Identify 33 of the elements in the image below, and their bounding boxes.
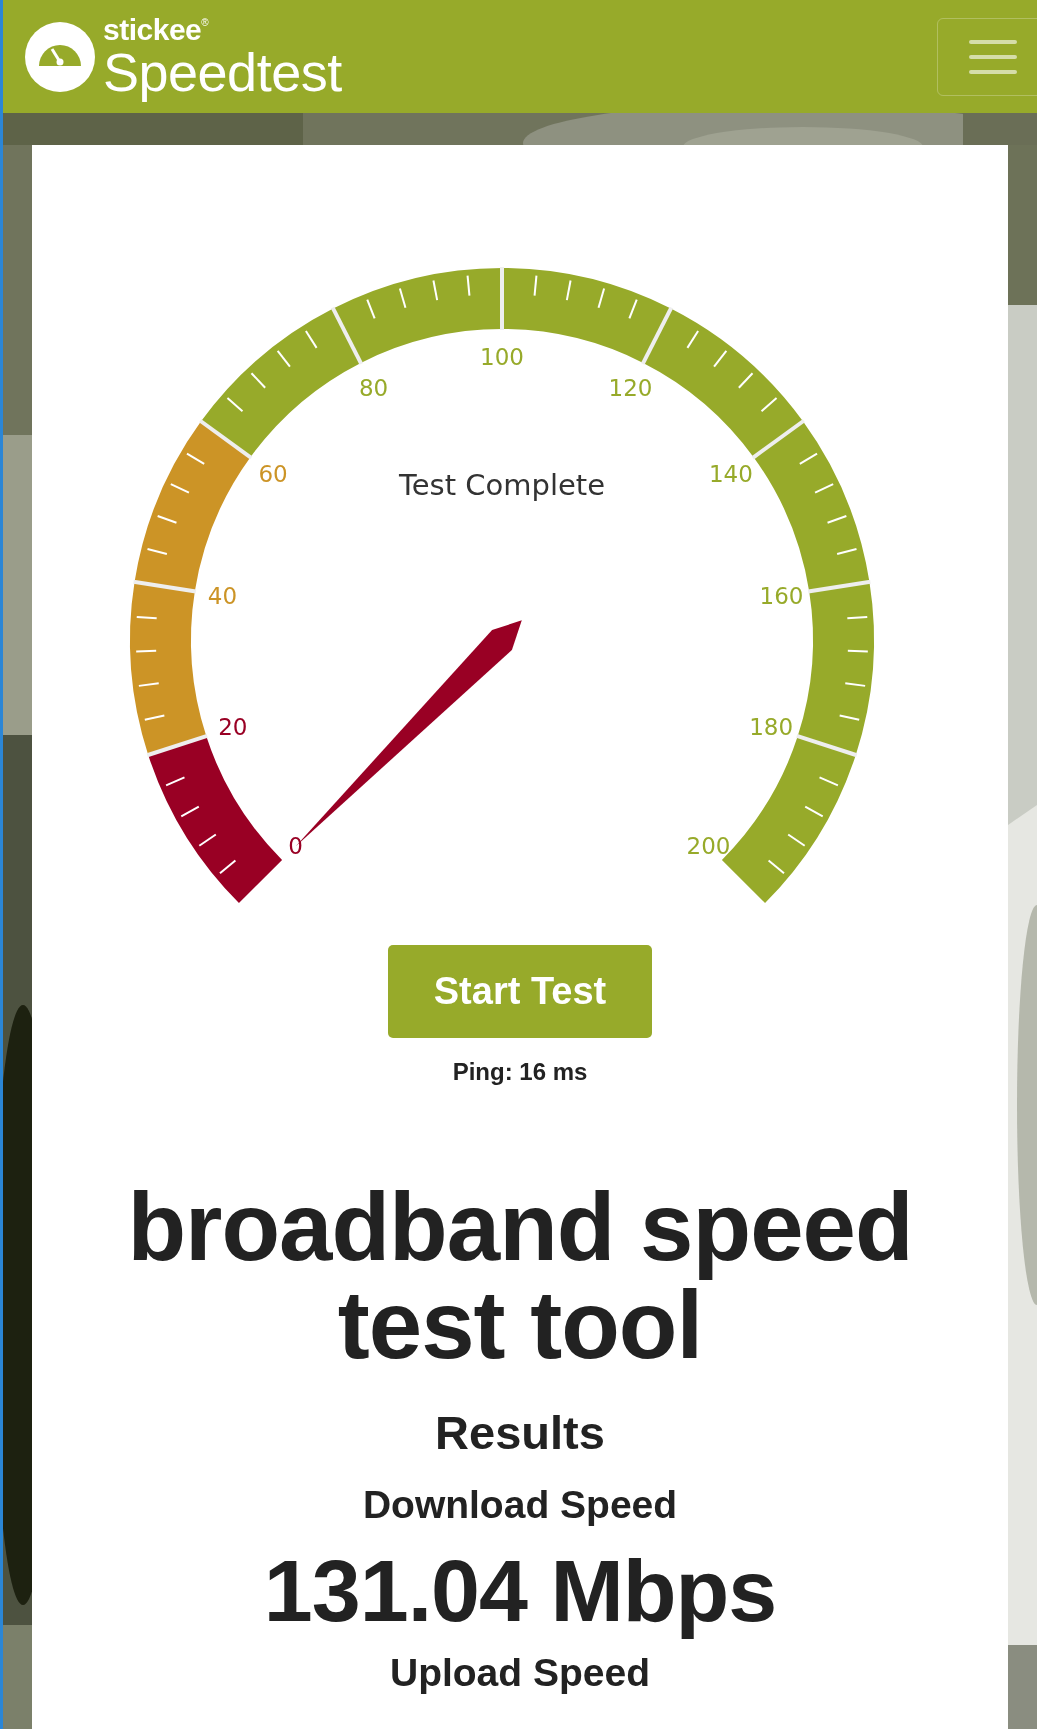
results-heading: Results: [435, 1404, 605, 1461]
scale-label: 60: [258, 460, 288, 487]
download-label: Download Speed: [362, 1482, 678, 1529]
scale-label: 100: [480, 344, 524, 370]
menu-button[interactable]: [937, 17, 1037, 96]
scale-divider: [146, 733, 208, 758]
scale-divider: [199, 419, 253, 460]
scale-label: 160: [759, 582, 804, 609]
status-text: Test Complete: [398, 468, 606, 502]
scale-divider: [751, 419, 805, 460]
scale-label: 80: [358, 374, 389, 401]
scale-divider: [330, 306, 364, 365]
speedometer-logo-icon: [25, 21, 95, 92]
scale-label: 120: [608, 374, 653, 401]
scale-divider: [640, 306, 674, 365]
registered-mark: ®: [201, 15, 209, 28]
scale-label: 180: [749, 714, 794, 741]
scale-label: 40: [207, 582, 238, 609]
scale-label: 140: [709, 460, 753, 487]
ping-text: Ping: 16 ms: [452, 1057, 588, 1087]
scale-divider: [807, 579, 871, 594]
brand-name: stickee: [103, 14, 202, 45]
scale-label: 0: [288, 833, 303, 860]
scale-divider: [500, 267, 504, 330]
scale-label: 20: [218, 714, 248, 741]
download-value: 131.04 Mbps: [263, 1542, 777, 1640]
start-test-button[interactable]: Start Test: [388, 945, 652, 1038]
scale-divider: [133, 579, 197, 594]
scale-label: 200: [686, 833, 731, 860]
scale-divider: [796, 733, 858, 758]
menu-icon: [969, 38, 1017, 75]
page-heading: broadband speed test tool: [126, 1178, 914, 1374]
upload-label: Upload Speed: [389, 1649, 650, 1696]
